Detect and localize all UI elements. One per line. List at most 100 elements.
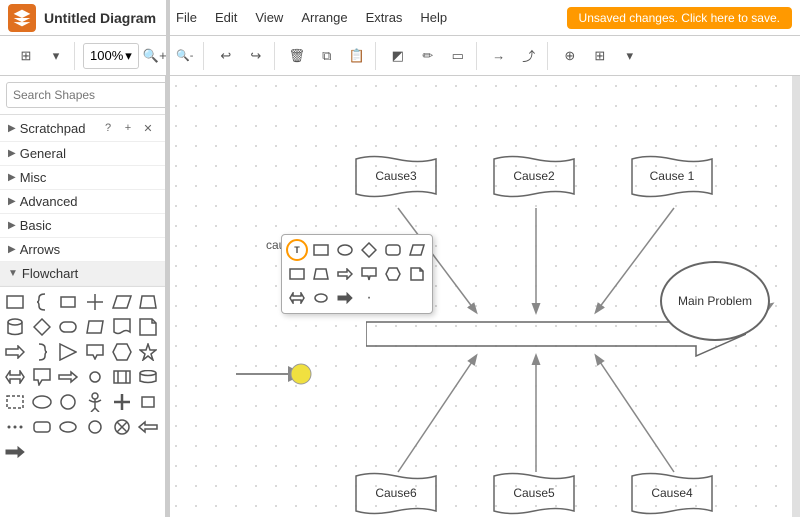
- menu-edit[interactable]: Edit: [207, 8, 245, 27]
- zoom-select[interactable]: 100% ▾: [83, 43, 139, 69]
- shape-triangle-right[interactable]: [57, 341, 79, 363]
- fill-button[interactable]: ◩: [384, 42, 412, 70]
- shape-double-arrow[interactable]: [4, 366, 26, 388]
- shape-rounded-rect2[interactable]: [31, 416, 53, 438]
- shape-dotted-rect[interactable]: [4, 391, 26, 413]
- shadow-button[interactable]: ▭: [444, 42, 472, 70]
- copy-button[interactable]: ⧉: [313, 42, 341, 70]
- scratchpad-add-button[interactable]: +: [119, 119, 137, 137]
- shape-brace-left[interactable]: [31, 291, 53, 313]
- menu-view[interactable]: View: [247, 8, 291, 27]
- unsaved-changes-button[interactable]: Unsaved changes. Click here to save.: [567, 7, 792, 29]
- shape-right-arrow2[interactable]: [57, 366, 79, 388]
- shape-hexagon[interactable]: [111, 341, 133, 363]
- shape-rectangle[interactable]: [4, 291, 26, 313]
- resize-handle[interactable]: [166, 0, 170, 517]
- zoom-in-button[interactable]: 🔍+: [141, 42, 169, 70]
- shape-actor[interactable]: [84, 391, 106, 413]
- canvas-area[interactable]: causes Cause3 Cause2 Cause: [166, 76, 800, 517]
- shape-dot[interactable]: [84, 366, 106, 388]
- menu-file[interactable]: File: [168, 8, 205, 27]
- shape-callout[interactable]: [31, 366, 53, 388]
- sidebar-item-arrows[interactable]: ▶ Arrows: [0, 238, 165, 262]
- sidebar-item-basic[interactable]: ▶ Basic: [0, 214, 165, 238]
- shape-ellipse2[interactable]: [57, 416, 79, 438]
- shape-process[interactable]: [111, 366, 133, 388]
- cause5-flag[interactable]: Cause5: [489, 471, 579, 517]
- shape-rounded-rect[interactable]: [57, 316, 79, 338]
- cause3-flag[interactable]: Cause3: [351, 154, 441, 209]
- menu-arrange[interactable]: Arrange: [293, 8, 355, 27]
- picker-arrow-right2[interactable]: [334, 263, 356, 285]
- vertical-scrollbar[interactable]: [792, 76, 800, 517]
- shape-trapezoid[interactable]: [137, 291, 159, 313]
- delete-button[interactable]: 🗑: [283, 42, 311, 70]
- diagram-title[interactable]: Untitled Diagram: [44, 10, 156, 26]
- insert-button[interactable]: ⊕: [556, 42, 584, 70]
- shape-diamond[interactable]: [31, 316, 53, 338]
- sidebar-item-misc[interactable]: ▶ Misc: [0, 166, 165, 190]
- cause6-flag[interactable]: Cause6: [351, 471, 441, 517]
- picker-oval2[interactable]: [310, 287, 332, 309]
- table-button[interactable]: ⊞: [586, 42, 614, 70]
- picker-rect2[interactable]: [286, 263, 308, 285]
- shape-right-arrow3[interactable]: [4, 441, 26, 463]
- shape-data-store[interactable]: [137, 366, 159, 388]
- picker-dot[interactable]: ·: [358, 287, 380, 309]
- picker-text[interactable]: T: [286, 239, 308, 261]
- undo-button[interactable]: ↩: [212, 42, 240, 70]
- grid-dropdown-button[interactable]: ▾: [42, 42, 70, 70]
- shape-note[interactable]: [137, 316, 159, 338]
- shape-left-arrow[interactable]: [137, 416, 159, 438]
- picker-rounded[interactable]: [382, 239, 404, 261]
- picker-right-arrow3[interactable]: [334, 287, 356, 309]
- shape-circle3[interactable]: [84, 416, 106, 438]
- shape-circle2[interactable]: [57, 391, 79, 413]
- menu-help[interactable]: Help: [412, 8, 455, 27]
- shape-picker-popup[interactable]: T ·: [281, 234, 433, 314]
- picker-oval[interactable]: [334, 239, 356, 261]
- shape-brace-right[interactable]: [31, 341, 53, 363]
- table-dropdown-button[interactable]: ▾: [616, 42, 644, 70]
- main-problem-shape[interactable]: Main Problem: [660, 261, 770, 341]
- sidebar-item-general[interactable]: ▶ General: [0, 142, 165, 166]
- shape-parallelogram[interactable]: [111, 291, 133, 313]
- picker-message[interactable]: [358, 263, 380, 285]
- cause1-flag[interactable]: Cause 1: [627, 154, 717, 209]
- sidebar-item-scratchpad[interactable]: ▶ Scratchpad ? + ✕: [0, 115, 165, 142]
- picker-rect[interactable]: [310, 239, 332, 261]
- paste-button[interactable]: 📋: [343, 42, 371, 70]
- shape-cross[interactable]: [84, 291, 106, 313]
- picker-parallelogram[interactable]: [406, 239, 428, 261]
- shape-cylinder[interactable]: [4, 316, 26, 338]
- picker-hexagon[interactable]: [382, 263, 404, 285]
- menu-extras[interactable]: Extras: [358, 8, 411, 27]
- shape-rect-small[interactable]: [137, 391, 159, 413]
- scratchpad-help-button[interactable]: ?: [99, 119, 117, 137]
- shape-dots-line[interactable]: [4, 416, 26, 438]
- waypoint-button[interactable]: ⤴: [515, 42, 543, 70]
- shape-oval[interactable]: [31, 391, 53, 413]
- shape-x-circle[interactable]: [111, 416, 133, 438]
- picker-double-arrow[interactable]: [286, 287, 308, 309]
- zoom-out-button[interactable]: 🔍-: [171, 42, 199, 70]
- scratchpad-close-button[interactable]: ✕: [139, 119, 157, 137]
- shape-document[interactable]: [111, 316, 133, 338]
- sidebar-item-advanced[interactable]: ▶ Advanced: [0, 190, 165, 214]
- connector-style-button[interactable]: →: [485, 42, 513, 70]
- picker-diamond[interactable]: [358, 239, 380, 261]
- cause2-flag[interactable]: Cause2: [489, 154, 579, 209]
- search-input[interactable]: [6, 82, 166, 108]
- cause4-flag[interactable]: Cause4: [627, 471, 717, 517]
- sidebar-item-flowchart[interactable]: ▼ Flowchart: [0, 262, 165, 286]
- picker-note[interactable]: [406, 263, 428, 285]
- shape-star[interactable]: [137, 341, 159, 363]
- shape-skewed[interactable]: [84, 316, 106, 338]
- redo-button[interactable]: ↪: [242, 42, 270, 70]
- picker-trapezoid[interactable]: [310, 263, 332, 285]
- shape-message[interactable]: [84, 341, 106, 363]
- shape-arrow-right[interactable]: [4, 341, 26, 363]
- shape-small-rect[interactable]: [57, 291, 79, 313]
- grid-toggle-button[interactable]: ⊞: [12, 42, 40, 70]
- line-button[interactable]: ✏: [414, 42, 442, 70]
